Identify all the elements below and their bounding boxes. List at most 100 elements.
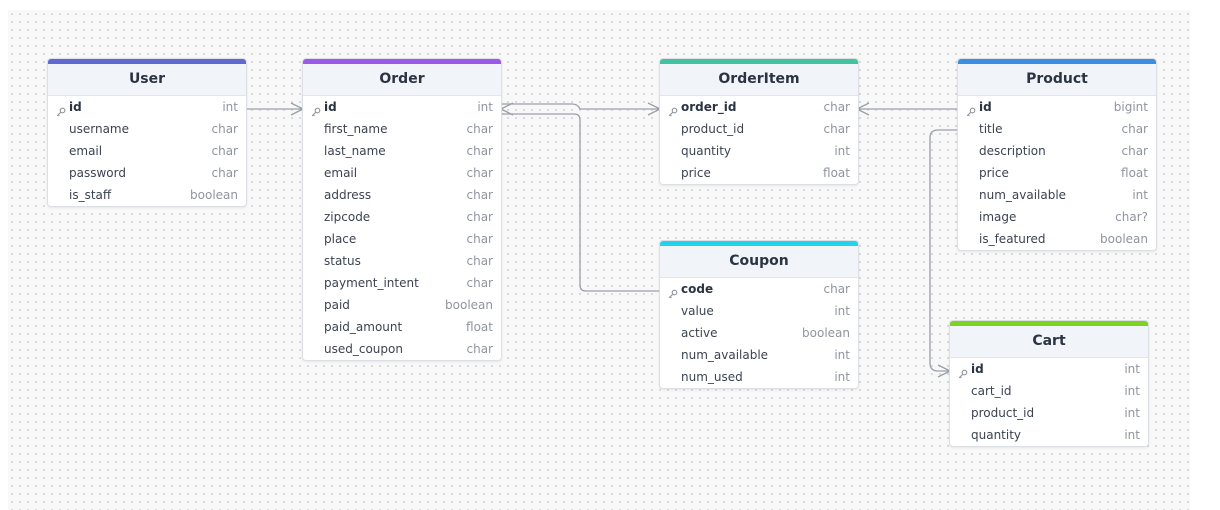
field-name: num_available — [681, 348, 769, 362]
field-name: used_coupon — [324, 342, 403, 356]
field-type: int — [1124, 384, 1140, 398]
field-type: int — [1132, 188, 1148, 202]
table-title: Order — [303, 64, 501, 96]
field-type: float — [823, 166, 850, 180]
field-name: product_id — [681, 122, 745, 136]
field-row[interactable]: product_id int — [950, 402, 1148, 424]
field-row[interactable]: title char — [958, 118, 1156, 140]
field-name: price — [979, 166, 1009, 180]
field-type: char — [466, 188, 494, 202]
table-title: Coupon — [660, 246, 858, 278]
field-name: email — [324, 166, 358, 180]
field-row[interactable]: active boolean — [660, 322, 858, 344]
field-type: boolean — [445, 298, 493, 312]
table-order[interactable]: Order id int first_name char last_name char em… — [302, 58, 502, 361]
key-icon — [668, 284, 678, 299]
field-name: value — [681, 304, 714, 318]
table-coupon[interactable]: Coupon code char value int active boolean num_… — [659, 240, 859, 389]
field-name: code — [681, 282, 714, 296]
field-type: char — [466, 276, 494, 290]
field-type: char — [466, 342, 494, 356]
key-icon — [966, 102, 976, 117]
field-row[interactable]: username char — [48, 118, 246, 140]
field-row[interactable]: first_name char — [303, 118, 501, 140]
field-row[interactable]: paid boolean — [303, 294, 501, 316]
field-name: zipcode — [324, 210, 371, 224]
field-row[interactable]: cart_id int — [950, 380, 1148, 402]
field-row[interactable]: address char — [303, 184, 501, 206]
field-row-primary-key[interactable]: id int — [303, 96, 501, 118]
field-row[interactable]: quantity int — [950, 424, 1148, 446]
field-name: last_name — [324, 144, 386, 158]
field-type: char — [211, 144, 239, 158]
field-type: int — [834, 304, 850, 318]
field-row[interactable]: num_available int — [958, 184, 1156, 206]
field-row[interactable]: price float — [660, 162, 858, 184]
field-row[interactable]: value int — [660, 300, 858, 322]
field-type: char — [823, 122, 851, 136]
field-name: num_available — [979, 188, 1067, 202]
field-row[interactable]: status char — [303, 250, 501, 272]
field-row[interactable]: email char — [303, 162, 501, 184]
field-type: bigint — [1113, 100, 1148, 114]
field-row[interactable]: email char — [48, 140, 246, 162]
field-row-primary-key[interactable]: id int — [950, 358, 1148, 380]
field-type: boolean — [1100, 232, 1148, 246]
field-type: boolean — [802, 326, 850, 340]
field-row[interactable]: used_coupon char — [303, 338, 501, 360]
field-type: char — [211, 122, 239, 136]
field-name: order_id — [681, 100, 737, 114]
field-row[interactable]: quantity int — [660, 140, 858, 162]
field-row[interactable]: product_id char — [660, 118, 858, 140]
field-row[interactable]: num_used int — [660, 366, 858, 388]
field-type: char — [1121, 144, 1149, 158]
field-name: image — [979, 210, 1017, 224]
key-icon — [958, 364, 968, 379]
field-row[interactable]: description char — [958, 140, 1156, 162]
field-row[interactable]: is_staff boolean — [48, 184, 246, 206]
table-cart[interactable]: Cart id int cart_id int product_id int quantit… — [949, 320, 1149, 447]
field-name: username — [69, 122, 129, 136]
field-name: paid — [324, 298, 350, 312]
table-title: Product — [958, 64, 1156, 96]
field-type: char — [466, 210, 494, 224]
field-name: id — [979, 100, 992, 114]
field-name: title — [979, 122, 1003, 136]
field-type: char — [211, 166, 239, 180]
key-icon — [311, 102, 321, 117]
key-icon — [56, 102, 66, 117]
field-name: password — [69, 166, 126, 180]
field-name: id — [971, 362, 984, 376]
field-row[interactable]: num_available int — [660, 344, 858, 366]
field-row-primary-key[interactable]: code char — [660, 278, 858, 300]
field-name: is_featured — [979, 232, 1046, 246]
field-row-primary-key[interactable]: order_id char — [660, 96, 858, 118]
field-row[interactable]: last_name char — [303, 140, 501, 162]
field-row-primary-key[interactable]: id int — [48, 96, 246, 118]
field-type: int — [834, 348, 850, 362]
field-type: int — [1124, 362, 1140, 376]
field-name: id — [324, 100, 337, 114]
field-row[interactable]: image char? — [958, 206, 1156, 228]
table-orderitem[interactable]: OrderItem order_id char product_id char quan… — [659, 58, 859, 185]
field-row[interactable]: payment_intent char — [303, 272, 501, 294]
field-row-primary-key[interactable]: id bigint — [958, 96, 1156, 118]
field-type: char? — [1115, 210, 1148, 224]
field-row[interactable]: password char — [48, 162, 246, 184]
table-user[interactable]: User id int username char email char password c… — [47, 58, 247, 207]
field-name: is_staff — [69, 188, 112, 202]
field-type: boolean — [190, 188, 238, 202]
field-type: char — [466, 232, 494, 246]
field-row[interactable]: is_featured boolean — [958, 228, 1156, 250]
field-name: description — [979, 144, 1046, 158]
field-row[interactable]: price float — [958, 162, 1156, 184]
field-row[interactable]: paid_amount float — [303, 316, 501, 338]
field-name: email — [69, 144, 103, 158]
field-type: int — [834, 144, 850, 158]
field-type: int — [834, 370, 850, 384]
table-product[interactable]: Product id bigint title char description char… — [957, 58, 1157, 251]
field-row[interactable]: zipcode char — [303, 206, 501, 228]
field-name: cart_id — [971, 384, 1012, 398]
field-type: char — [1121, 122, 1149, 136]
field-row[interactable]: place char — [303, 228, 501, 250]
